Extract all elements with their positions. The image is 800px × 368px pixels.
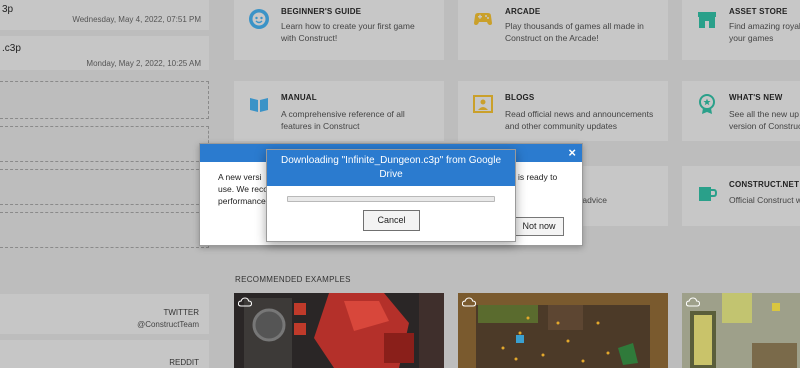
recent-project-item[interactable]: .c3p Monday, May 2, 2022, 10:25 AM: [0, 36, 209, 70]
not-now-button[interactable]: Not now: [514, 217, 564, 236]
empty-recent-slot: [0, 212, 209, 248]
recent-project-date: Wednesday, May 4, 2022, 07:51 PM: [72, 15, 201, 24]
recent-project-name: .c3p: [2, 43, 21, 54]
section-title-recommended: RECOMMENDED EXAMPLES: [235, 275, 351, 284]
card-title: ASSET STORE: [729, 7, 788, 16]
example-image: [234, 293, 444, 368]
book-icon: [250, 98, 268, 112]
card-description: Official Construct w: [729, 195, 800, 205]
empty-recent-slot: [0, 81, 209, 119]
smiley-icon: [249, 9, 269, 29]
card-beginners-guide[interactable]: BEGINNER'S GUIDE Learn how to create you…: [234, 0, 444, 60]
card-description: Read official news and announcements and …: [505, 109, 654, 131]
card-construct-net[interactable]: CONSTRUCT.NET Official Construct w: [682, 166, 800, 226]
card-blogs[interactable]: BLOGS Read official news and announcemen…: [458, 81, 668, 141]
card-manual[interactable]: MANUAL A comprehensive reference of all f…: [234, 81, 444, 141]
card-title: ARCADE: [505, 7, 541, 16]
example-image: [458, 293, 668, 368]
cloud-icon: [238, 297, 252, 307]
recent-project-date: Monday, May 2, 2022, 10:25 AM: [86, 59, 201, 68]
empty-recent-slot: [0, 169, 209, 205]
close-icon[interactable]: ×: [568, 145, 576, 161]
card-description: Play thousands of games all made in Const…: [505, 21, 644, 43]
example-thumbnail[interactable]: [682, 293, 800, 368]
card-title: WHAT'S NEW: [729, 93, 783, 102]
gamepad-icon: [474, 13, 492, 25]
store-icon: [698, 12, 716, 28]
card-asset-store[interactable]: ASSET STORE Find amazing royalty your gam…: [682, 0, 800, 60]
card-title: BEGINNER'S GUIDE: [281, 7, 362, 16]
cancel-button[interactable]: Cancel: [363, 210, 420, 231]
cloud-icon: [686, 297, 700, 307]
card-arcade[interactable]: ARCADE Play thousands of games all made …: [458, 0, 668, 60]
reddit-link[interactable]: REDDIT: [0, 340, 209, 368]
download-progress-bar: [287, 196, 495, 202]
download-dialog-title: Downloading "Infinite_Dungeon.c3p" from …: [267, 150, 515, 186]
badge-icon: [699, 94, 715, 114]
empty-recent-slot: [0, 126, 209, 162]
reddit-title: REDDIT: [169, 358, 199, 367]
example-thumbnail[interactable]: [234, 293, 444, 368]
card-description: Find amazing royalty your games: [729, 21, 800, 43]
twitter-title: TWITTER: [163, 308, 199, 317]
recent-project-name: 3p: [2, 4, 14, 15]
download-progress-dialog: Downloading "Infinite_Dungeon.c3p" from …: [266, 149, 516, 242]
card-title: MANUAL: [281, 93, 317, 102]
recent-project-item[interactable]: 3p Wednesday, May 4, 2022, 07:51 PM: [0, 0, 209, 30]
card-description: Learn how to create your first game with …: [281, 21, 415, 43]
card-title: BLOGS: [505, 93, 535, 102]
recent-projects-column: 3p Wednesday, May 4, 2022, 07:51 PM .c3p…: [0, 0, 209, 368]
example-thumbnail[interactable]: [458, 293, 668, 368]
card-title: CONSTRUCT.NET: [729, 180, 800, 189]
blog-icon: [473, 95, 493, 113]
twitter-link[interactable]: TWITTER @ConstructTeam: [0, 294, 209, 334]
card-description: A comprehensive reference of all features…: [281, 109, 405, 131]
twitter-handle: @ConstructTeam: [137, 320, 199, 329]
card-whats-new[interactable]: WHAT'S NEW See all the new up version of …: [682, 81, 800, 141]
mug-icon: [699, 187, 718, 201]
card-description: See all the new up version of Construct: [729, 109, 800, 131]
cloud-icon: [462, 297, 476, 307]
